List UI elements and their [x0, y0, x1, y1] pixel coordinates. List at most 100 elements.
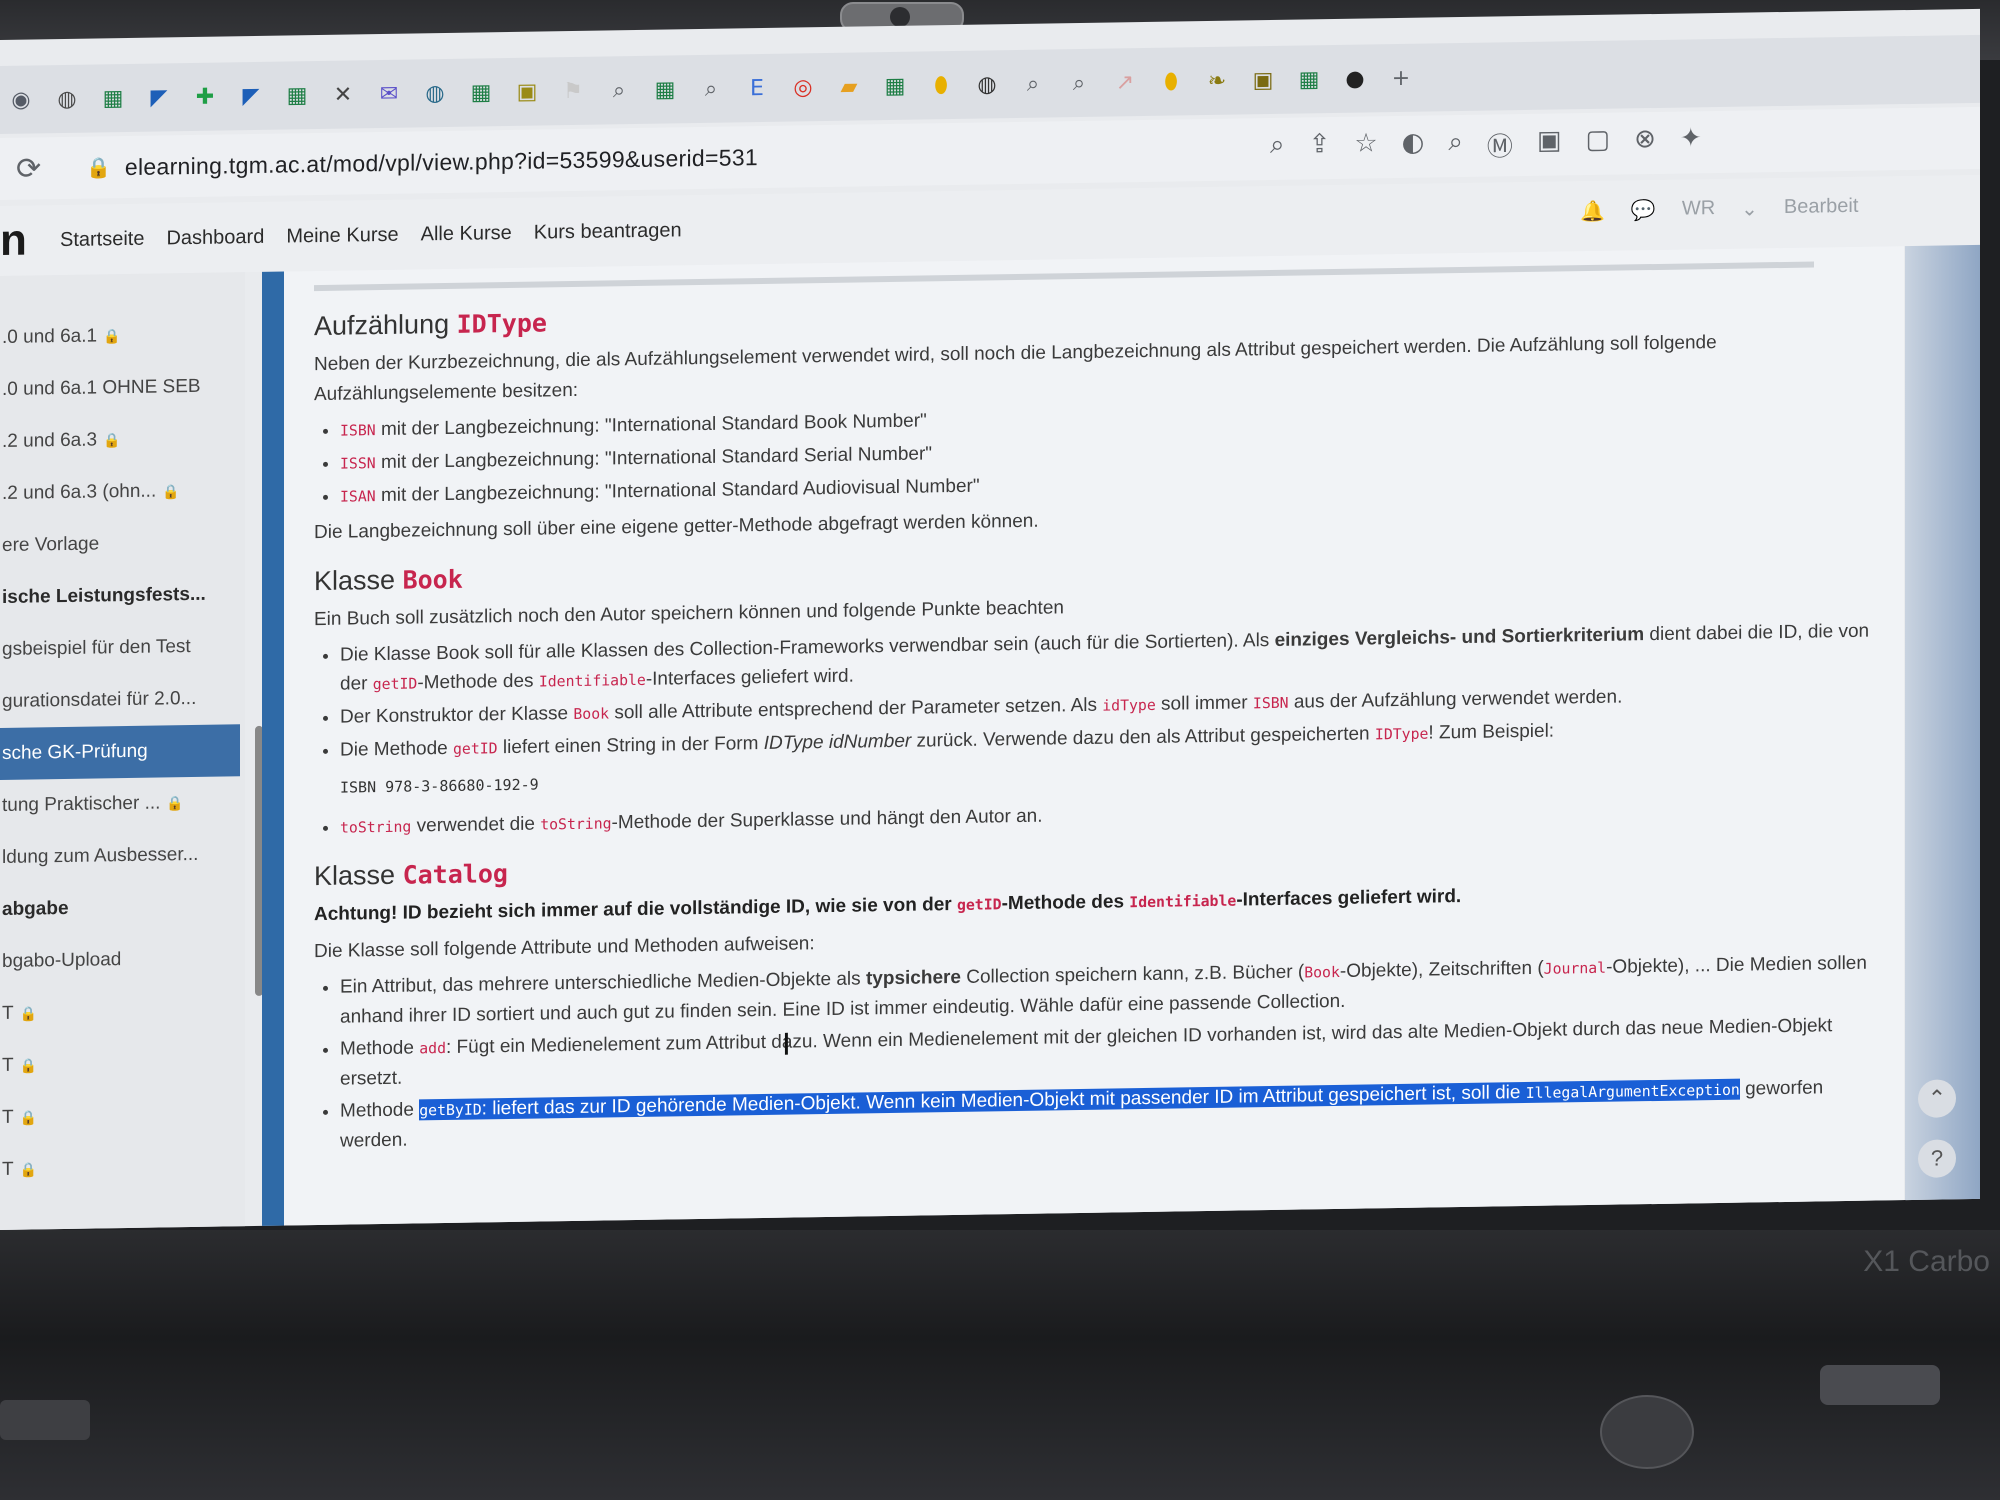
sidebar-item-label: ere Vorlage: [2, 533, 100, 556]
sheet-icon[interactable]: ▦: [280, 78, 314, 113]
sidebar-item-label: .2 und 6a.3 (ohn...: [2, 480, 157, 504]
moodle-icon[interactable]: ◉: [4, 82, 38, 117]
pdf-extension-icon[interactable]: ▣: [1537, 125, 1562, 162]
sidebar-item[interactable]: ische Leistungsfests...: [0, 568, 245, 624]
plus-icon[interactable]: +: [1384, 61, 1418, 96]
star-icon[interactable]: ☆: [1354, 128, 1377, 165]
sidebar-item[interactable]: .0 und 6a.1 OHNE SEB: [0, 360, 245, 416]
laptop-bezel-bottom: [0, 1230, 2000, 1500]
globe-icon[interactable]: ◍: [50, 82, 84, 117]
sidebar-item[interactable]: T 🔒: [0, 1036, 245, 1092]
leaf-icon[interactable]: ❧: [1200, 64, 1234, 99]
zoom-icon[interactable]: ⌕: [1270, 130, 1285, 167]
chat-icon[interactable]: 💬: [1631, 198, 1656, 223]
sidebar-item-label: .2 und 6a.3: [2, 429, 98, 452]
extension-icon[interactable]: ▢: [1586, 125, 1611, 162]
browser-window: ◉ ◍ ▦ ◤ ✚ ◤ ▦ ✕ ✉ ◍ ▦ ▣ ⚑ ⌕ ▦ ⌕ E ◎ ▰ ▦ ⬮ ◍ ⌕ ⌕ ↗ ⬮ ❧ ▣ ▦ ● + ⟳ 🔒 elea…: [0, 8, 1980, 1231]
plus-box-icon[interactable]: ✚: [188, 80, 222, 115]
sidebar-item[interactable]: ldung zum Ausbesser...: [0, 828, 245, 884]
edit-mode-toggle[interactable]: Bearbeit: [1784, 195, 1859, 221]
lock-icon: 🔒: [19, 1058, 38, 1075]
hinge: [1820, 1365, 1940, 1405]
lock-icon: 🔒: [19, 1006, 38, 1023]
nav-startseite[interactable]: Startseite: [60, 227, 144, 251]
search-icon[interactable]: ⌕: [1448, 127, 1463, 164]
enum-list: ISBN mit der Langbezeichnung: "Internati…: [314, 392, 1874, 513]
sidebar-item-label: gsbeispiel für den Test: [2, 636, 191, 660]
sidebar-item[interactable]: sche GK-Prüfung: [0, 724, 240, 780]
folder-icon[interactable]: ▰: [832, 69, 866, 104]
sidebar-item[interactable]: T 🔒: [0, 1140, 245, 1196]
nav-dashboard[interactable]: Dashboard: [166, 225, 264, 250]
search-icon[interactable]: ⌕: [602, 73, 636, 108]
nav-kurs-beantragen[interactable]: Kurs beantragen: [534, 219, 682, 244]
box-icon[interactable]: ▣: [510, 74, 544, 109]
sidebar-item[interactable]: gsbeispiel für den Test: [0, 620, 245, 676]
lock-icon: 🔒: [19, 1110, 38, 1127]
search-icon[interactable]: ⌕: [694, 72, 728, 107]
fingerprint-reader: [1600, 1395, 1694, 1469]
lock-icon: 🔒: [166, 796, 184, 813]
sheet-icon[interactable]: ▦: [648, 72, 682, 107]
lock-icon[interactable]: 🔒: [86, 155, 111, 179]
sidebar-item-label: tung Praktischer ...: [2, 792, 161, 816]
sidebar-item-label: ldung zum Ausbesser...: [2, 843, 199, 868]
chevron-down-icon[interactable]: ⌄: [1741, 196, 1758, 221]
lock-icon: 🔒: [103, 329, 121, 346]
device-brand-label: X1 Carbo: [1863, 1245, 1990, 1278]
mail-icon[interactable]: ✉: [372, 77, 406, 112]
nav-alle-kurse[interactable]: Alle Kurse: [421, 221, 512, 245]
globe-icon[interactable]: ◍: [418, 76, 452, 111]
site-logo[interactable]: n: [0, 215, 60, 266]
sidebar-item-label: bgabo-Upload: [2, 949, 122, 972]
e-icon[interactable]: E: [740, 71, 774, 106]
m-extension-icon[interactable]: Ⓜ: [1487, 126, 1513, 163]
book-requirements-list: Die Klasse Book soll für alle Klassen de…: [314, 617, 1874, 844]
reload-icon[interactable]: ⟳: [16, 151, 56, 186]
text-cursor-icon: I: [782, 1027, 791, 1063]
sidebar-item[interactable]: bgabo-Upload: [0, 932, 245, 988]
sidebar-item[interactable]: .2 und 6a.3 (ohn... 🔒: [0, 464, 245, 520]
target-icon[interactable]: ◎: [786, 70, 820, 105]
sheet-icon[interactable]: ▦: [878, 69, 912, 104]
user-menu[interactable]: WR: [1682, 197, 1715, 223]
bell-icon[interactable]: 🔔: [1580, 199, 1605, 224]
chart-icon[interactable]: ↗: [1108, 65, 1142, 100]
sidebar-item[interactable]: ere Vorlage: [0, 516, 245, 572]
sidebar-item-label: abgabe: [2, 897, 69, 920]
map-pin-icon[interactable]: ⬮: [924, 68, 958, 103]
sidebar-item-label: T: [2, 1106, 14, 1128]
search-icon[interactable]: ⌕: [1062, 66, 1096, 101]
sidebar-item[interactable]: abgabe: [0, 880, 245, 936]
map-pin-icon[interactable]: ⬮: [1154, 64, 1188, 99]
sidebar-item[interactable]: T 🔒: [0, 984, 245, 1040]
lock-icon: 🔒: [103, 433, 121, 450]
sidebar-item[interactable]: .2 und 6a.3 🔒: [0, 412, 245, 468]
sheet-icon[interactable]: ▦: [96, 81, 130, 116]
sidebar-item[interactable]: T 🔒: [0, 1088, 245, 1144]
box-icon[interactable]: ▣: [1246, 63, 1280, 98]
sheet-icon[interactable]: ▦: [1292, 62, 1326, 97]
sidebar-item-label: gurationsdatei für 2.0...: [2, 687, 197, 712]
sidebar-item-label: T: [2, 1002, 14, 1024]
sidebar-item[interactable]: .0 und 6a.1 🔒: [0, 308, 245, 364]
url-field[interactable]: elearning.tgm.ac.at/mod/vpl/view.php?id=…: [125, 144, 758, 181]
flag-icon[interactable]: ◤: [234, 79, 268, 114]
nav-meine-kurse[interactable]: Meine Kurse: [286, 223, 398, 248]
puzzle-icon[interactable]: ✦: [1680, 123, 1702, 160]
sidebar-item-label: T: [2, 1158, 14, 1180]
globe-icon[interactable]: ◍: [970, 67, 1004, 102]
sidebar-item-label: sche GK-Prüfung: [2, 740, 148, 764]
lock-icon: 🔒: [19, 1162, 38, 1179]
search-icon[interactable]: ⌕: [1016, 67, 1050, 102]
share-icon[interactable]: ⇪: [1309, 129, 1331, 166]
extension-icon[interactable]: ◐: [1402, 128, 1425, 165]
sidebar-item[interactable]: gurationsdatei für 2.0...: [0, 672, 245, 728]
bookmark-icon[interactable]: ⚑: [556, 74, 590, 109]
sheet-icon[interactable]: ▦: [464, 75, 498, 110]
sidebar-item[interactable]: tung Praktischer ... 🔒: [0, 776, 245, 832]
close-icon[interactable]: ✕: [326, 77, 360, 112]
flag-icon[interactable]: ◤: [142, 80, 176, 115]
github-icon[interactable]: ●: [1338, 61, 1372, 96]
extension-icon[interactable]: ⊗: [1634, 124, 1656, 161]
